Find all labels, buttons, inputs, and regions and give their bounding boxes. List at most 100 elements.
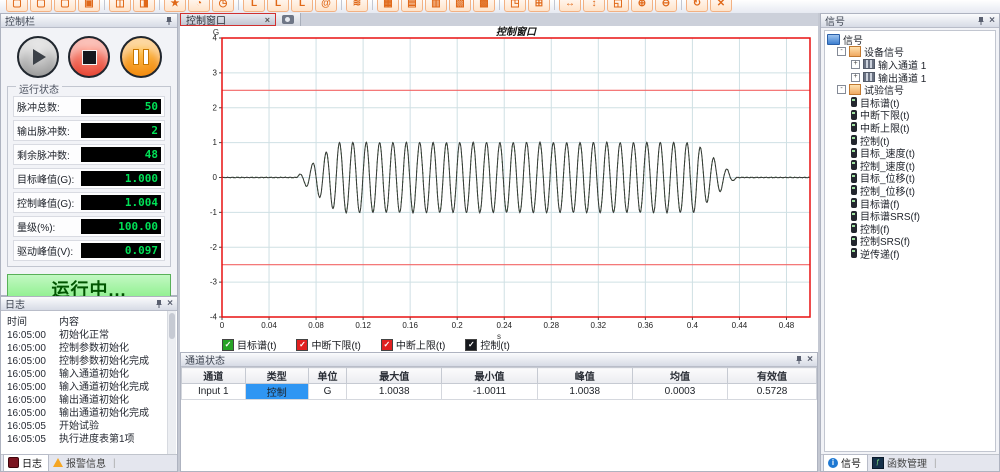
tree-item[interactable]: -试验信号 bbox=[827, 83, 995, 96]
print-icon[interactable]: ◨ bbox=[133, 0, 155, 12]
legend-checkbox[interactable]: ✓ bbox=[296, 339, 308, 351]
tree-item[interactable]: 中断下限(t) bbox=[827, 109, 995, 122]
column-header[interactable]: 类型 bbox=[245, 368, 309, 384]
chart-2-icon[interactable]: ▩ bbox=[473, 0, 495, 12]
toolbar-separator bbox=[159, 0, 160, 10]
legend-checkbox[interactable]: ✓ bbox=[381, 339, 393, 351]
chart-1-icon[interactable]: ▧ bbox=[449, 0, 471, 12]
close-tab-icon[interactable]: × bbox=[265, 15, 270, 25]
tab-control-window[interactable]: 控制窗口 × bbox=[180, 13, 276, 26]
signal-tab-bar: i 信号 ƒ 函数管理 | bbox=[821, 454, 999, 471]
collapse-icon[interactable]: - bbox=[837, 47, 846, 56]
waveform-plot[interactable]: 控制窗口G00.040.080.120.160.20.240.280.320.3… bbox=[180, 26, 818, 332]
splitter[interactable] bbox=[178, 13, 180, 472]
tree-item[interactable]: 目标谱SRS(f) bbox=[827, 209, 995, 222]
cursor-icon[interactable]: ◱ bbox=[607, 0, 629, 12]
wave-file-icon[interactable]: ≋ bbox=[346, 0, 368, 12]
field-value: 48 bbox=[81, 147, 161, 162]
channel-status-table: 通道类型单位最大值最小值峰值均值有效值 Input 1控制G1.0038-1.0… bbox=[181, 367, 817, 400]
warning-icon bbox=[53, 458, 63, 467]
pin-icon[interactable] bbox=[155, 299, 163, 308]
column-header[interactable]: 有效值 bbox=[728, 368, 817, 384]
table-2-icon[interactable]: ▤ bbox=[401, 0, 423, 12]
new-doc-icon[interactable]: ▢ bbox=[6, 0, 28, 12]
collapse-icon[interactable]: - bbox=[837, 85, 846, 94]
table-cell: Input 1 bbox=[182, 384, 246, 400]
tree-item[interactable]: +输出通道 1 bbox=[827, 71, 995, 84]
table-3-icon[interactable]: ▥ bbox=[425, 0, 447, 12]
channel-icon bbox=[863, 59, 875, 69]
table-row[interactable]: Input 1控制G1.0038-1.00111.00380.00030.572… bbox=[182, 384, 817, 400]
stop-button[interactable] bbox=[68, 36, 110, 78]
pause-button[interactable] bbox=[120, 36, 162, 78]
add-window-icon[interactable]: ⊞ bbox=[528, 0, 550, 12]
column-header[interactable]: 最小值 bbox=[442, 368, 537, 384]
legend-checkbox[interactable]: ✓ bbox=[222, 339, 234, 351]
column-header[interactable]: 均值 bbox=[632, 368, 727, 384]
clock-icon[interactable]: ◷ bbox=[212, 0, 234, 12]
tab-alarm-info[interactable]: 报警信息 bbox=[49, 455, 112, 471]
tree-item[interactable]: 控制(f) bbox=[827, 222, 995, 235]
snapshot-tab[interactable] bbox=[276, 13, 301, 26]
tree-root-signal[interactable]: 信号 bbox=[827, 33, 995, 46]
favorite-icon[interactable]: ★ bbox=[164, 0, 186, 12]
fit-height-icon[interactable]: ↕ bbox=[583, 0, 605, 12]
legend-items: ✓目标谱(t)✓中断下限(t)✓中断上限(t)✓控制(t) bbox=[222, 337, 510, 352]
legend-item: ✓中断上限(t) bbox=[381, 337, 445, 352]
refresh-icon[interactable]: ↻ bbox=[686, 0, 708, 12]
zoom-out-icon[interactable]: ⊖ bbox=[655, 0, 677, 12]
signal-icon bbox=[851, 148, 857, 158]
svg-text:0.32: 0.32 bbox=[591, 321, 607, 330]
table-cell: 0.5728 bbox=[728, 384, 817, 400]
tree-item[interactable]: 控制SRS(f) bbox=[827, 235, 995, 248]
doc-icon[interactable]: ▢ bbox=[54, 0, 76, 12]
level-1-icon[interactable]: L bbox=[243, 0, 265, 12]
expand-icon[interactable]: + bbox=[851, 73, 860, 82]
tab-signal[interactable]: i 信号 bbox=[823, 454, 868, 471]
log-panel-header: 日志 × bbox=[1, 297, 177, 311]
column-header[interactable]: 峰值 bbox=[537, 368, 632, 384]
at-icon[interactable]: @ bbox=[315, 0, 337, 12]
expand-icon[interactable]: + bbox=[851, 60, 860, 69]
legend-checkbox[interactable]: ✓ bbox=[465, 339, 477, 351]
tree-item[interactable]: 逆传递(f) bbox=[827, 247, 995, 260]
log-column-headers: 时间内容 bbox=[1, 311, 177, 329]
column-header[interactable]: 通道 bbox=[182, 368, 246, 384]
scrollbar-thumb[interactable] bbox=[169, 313, 175, 339]
pin-icon[interactable] bbox=[977, 16, 985, 25]
log-row: 16:05:05执行进度表第1项 bbox=[1, 433, 177, 446]
table-1-icon[interactable]: ▦ bbox=[377, 0, 399, 12]
pie-icon[interactable]: ◔ bbox=[188, 0, 210, 12]
tab-function-manager[interactable]: ƒ 函数管理 bbox=[868, 455, 933, 471]
stop-icon bbox=[82, 50, 97, 65]
play-button[interactable] bbox=[17, 36, 59, 78]
control-window-chart[interactable]: 控制窗口G00.040.080.120.160.20.240.280.320.3… bbox=[180, 26, 818, 332]
chart-legend-row: s ✓目标谱(t)✓中断下限(t)✓中断上限(t)✓控制(t) bbox=[180, 332, 818, 352]
doc-add-icon[interactable]: ▣ bbox=[78, 0, 100, 12]
close-icon[interactable]: × bbox=[807, 355, 813, 365]
pin-icon[interactable] bbox=[165, 16, 173, 25]
pin-icon[interactable] bbox=[795, 355, 803, 364]
svg-text:0.44: 0.44 bbox=[732, 321, 748, 330]
window-icon[interactable]: ◳ bbox=[504, 0, 526, 12]
column-header[interactable]: 最大值 bbox=[347, 368, 442, 384]
close-icon[interactable]: × bbox=[989, 16, 995, 26]
exit-icon[interactable]: ✕ bbox=[710, 0, 732, 12]
log-scrollbar[interactable] bbox=[167, 311, 176, 454]
transport-buttons bbox=[1, 28, 177, 82]
tree-item[interactable]: 控制_位移(t) bbox=[827, 184, 995, 197]
field-label: 脉冲总数: bbox=[17, 99, 60, 114]
zoom-in-icon[interactable]: ⊕ bbox=[631, 0, 653, 12]
level-2-icon[interactable]: L bbox=[267, 0, 289, 12]
pause-icon bbox=[133, 49, 149, 65]
close-icon[interactable]: × bbox=[167, 299, 173, 309]
tree-item[interactable]: 目标谱(t) bbox=[827, 96, 995, 109]
level-3-icon[interactable]: L bbox=[291, 0, 313, 12]
tab-log[interactable]: 日志 bbox=[3, 454, 49, 471]
tree-item[interactable]: 中断上限(t) bbox=[827, 121, 995, 134]
log-row: 16:05:00控制参数初始化完成 bbox=[1, 355, 177, 368]
column-header[interactable]: 单位 bbox=[309, 368, 347, 384]
fit-width-icon[interactable]: ↔ bbox=[559, 0, 581, 12]
save-icon[interactable]: ◫ bbox=[109, 0, 131, 12]
open-doc-icon[interactable]: ▢ bbox=[30, 0, 52, 12]
